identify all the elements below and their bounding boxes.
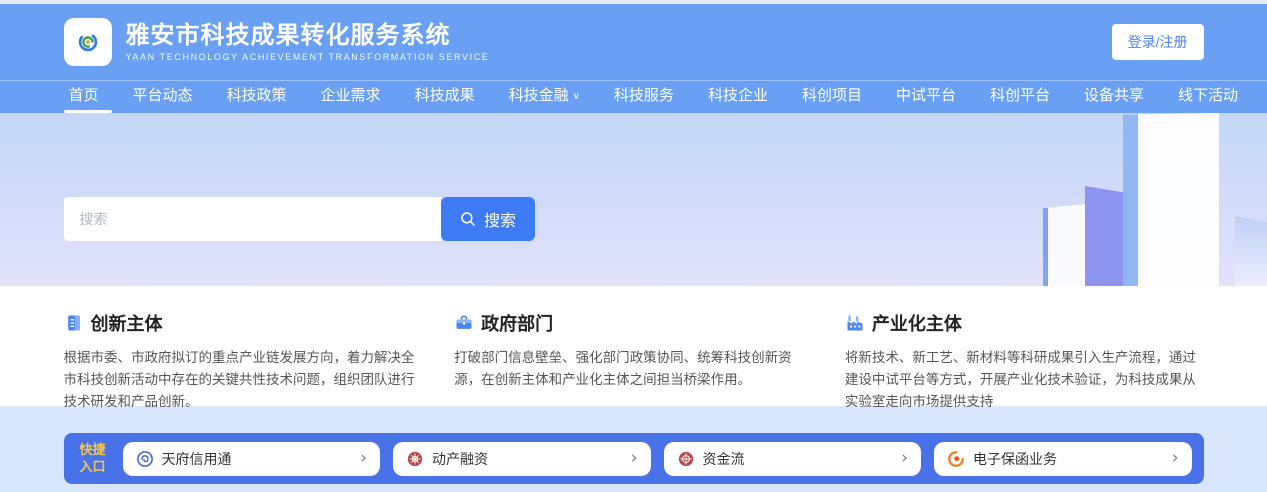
nav-item-platform-news[interactable]: 平台动态 [116,81,210,113]
quick-link-tianfu-credit[interactable]: 天府信用通 › [123,442,381,476]
section-industrialization-entities: 产业化主体 将新技术、新工艺、新材料等科研成果引入生产流程，通过建设中试平台等方… [845,310,1204,413]
site-subtitle: YAAN TECHNOLOGY ACHIEVEMENT TRANSFORMATI… [126,52,490,62]
search-button-label: 搜索 [484,207,516,231]
site-title: 雅安市科技成果转化服务系统 [126,22,490,50]
nav-item-tech-finance[interactable]: 科技金融 ∨ [492,81,597,113]
nav-item-innovation-projects[interactable]: 科创项目 [785,81,879,113]
quick-link-label: 电子保函业务 [973,449,1057,469]
main-nav: 首页 平台动态 科技政策 企业需求 科技成果 科技金融 ∨ 科技服务 科技企业 科… [0,80,1267,113]
nav-item-tech-achievements[interactable]: 科技成果 [398,81,492,113]
nav-item-label: 科技金融 [509,87,569,104]
chattel-financing-seal-icon [406,450,424,468]
hero-banner: 搜索 [0,113,1267,286]
factory-icon [845,313,865,333]
search-bar: 搜索 [64,197,1204,241]
chevron-right-icon: › [901,450,908,467]
tianfu-credit-icon [136,450,154,468]
document-icon [64,313,84,333]
quick-access-label-line1: 快捷 [80,442,106,459]
site-title-block: 雅安市科技成果转化服务系统 YAAN TECHNOLOGY ACHIEVEMEN… [126,22,490,63]
tower-bar [1235,216,1267,286]
nav-item-pilot-platform[interactable]: 中试平台 [879,81,973,113]
quick-link-label: 资金流 [703,449,745,469]
capital-flow-seal-icon [677,450,695,468]
section-description: 打破部门信息壁垒、强化部门政策协同、统筹科技创新资源，在创新主体和产业化主体之间… [454,347,813,391]
quick-link-e-guarantee[interactable]: 电子保函业务 › [934,442,1192,476]
login-register-button[interactable]: 登录/注册 [1112,24,1204,60]
quick-link-label: 动产融资 [432,449,488,469]
site-logo[interactable] [64,18,112,66]
e-guarantee-icon [947,450,965,468]
section-title: 政府部门 [481,310,553,336]
quick-access-label-line2: 入口 [80,459,106,476]
roles-section: 创新主体 根据市委、市政府拟订的重点产业链发展方向，着力解决全市科技创新活动中存… [0,286,1267,406]
search-icon [459,210,477,228]
section-government-departments: 政府部门 打破部门信息壁垒、强化部门政策协同、统筹科技创新资源，在创新主体和产业… [454,310,813,413]
nav-item-equipment-sharing[interactable]: 设备共享 [1067,81,1161,113]
briefcase-icon [454,313,474,333]
section-title: 创新主体 [91,310,163,336]
section-description: 根据市委、市政府拟订的重点产业链发展方向，着力解决全市科技创新活动中存在的关键共… [64,347,423,413]
nav-item-innovation-platform[interactable]: 科创平台 [973,81,1067,113]
section-description: 将新技术、新工艺、新材料等科研成果引入生产流程，通过建设中试平台等方式，开展产业… [845,347,1204,413]
swirl-logo-icon [78,32,98,52]
quick-access-bar: 快捷 入口 天府信用通 › 动产融资 › [64,433,1204,484]
site-header: 雅安市科技成果转化服务系统 YAAN TECHNOLOGY ACHIEVEMEN… [0,4,1267,80]
nav-item-tech-policy[interactable]: 科技政策 [210,81,304,113]
quick-link-capital-flow[interactable]: 资金流 › [664,442,922,476]
nav-item-offline-activities[interactable]: 线下活动 [1161,81,1255,113]
chevron-down-icon: ∨ [573,91,580,102]
chevron-right-icon: › [1172,450,1179,467]
quick-link-chattel-financing[interactable]: 动产融资 › [393,442,651,476]
chevron-right-icon: › [360,450,367,467]
nav-item-home[interactable]: 首页 [64,81,116,113]
section-innovation-entities: 创新主体 根据市委、市政府拟订的重点产业链发展方向，着力解决全市科技创新活动中存… [64,310,423,413]
chevron-right-icon: › [631,450,638,467]
quick-link-label: 天府信用通 [162,449,232,469]
nav-item-enterprise-demand[interactable]: 企业需求 [304,81,398,113]
quick-access-label: 快捷 入口 [76,442,110,476]
quick-access-footer: 快捷 入口 天府信用通 › 动产融资 › [0,406,1267,492]
search-button[interactable]: 搜索 [441,197,535,241]
nav-item-tech-services[interactable]: 科技服务 [597,81,691,113]
nav-item-tech-enterprises[interactable]: 科技企业 [691,81,785,113]
section-title: 产业化主体 [872,310,962,336]
search-input[interactable] [64,197,441,241]
